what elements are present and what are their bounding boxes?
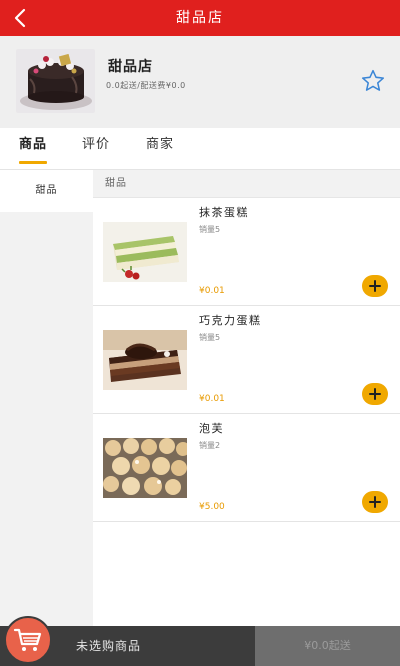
plus-icon [369, 388, 381, 400]
top-bar: 甜品店 [0, 0, 400, 36]
product-item[interactable]: 巧克力蛋糕 销量5 ¥0.01 [93, 306, 400, 414]
star-icon [361, 69, 385, 91]
tab-merchant-label: 商家 [146, 137, 175, 152]
product-sales: 销量2 [199, 441, 221, 450]
shopping-cart-icon [13, 628, 42, 651]
plus-icon [369, 496, 381, 508]
cart-bar: 未选购商品 ¥0.0起送 [0, 626, 400, 666]
shop-logo-image [16, 49, 95, 113]
min-order-text: ¥0.0起送 [304, 639, 351, 652]
product-list: 甜品 抹茶蛋糕 销量5 ¥0.01 巧克力蛋糕 销量5 ¥0.01 泡芙 销量2… [93, 170, 400, 626]
plus-icon [369, 280, 381, 292]
product-name: 泡芙 [199, 422, 224, 435]
tab-reviews-label: 评价 [82, 137, 111, 152]
cart-empty-text: 未选购商品 [76, 639, 142, 653]
tab-bar: 商品 评价 商家 [0, 128, 400, 170]
tab-products-label: 商品 [19, 137, 48, 152]
add-to-cart-button[interactable] [362, 383, 388, 405]
active-tab-indicator [19, 161, 48, 164]
category-sidebar: 甜品 [0, 170, 93, 626]
shop-header: 甜品店 0.0起送/配送费¥0.0 [0, 36, 400, 128]
shop-delivery-info: 0.0起送/配送费¥0.0 [106, 81, 186, 90]
product-sales: 销量5 [199, 225, 221, 234]
product-sales: 销量5 [199, 333, 221, 342]
tab-reviews[interactable]: 评价 [82, 128, 110, 170]
product-price: ¥0.01 [199, 286, 225, 296]
favorite-button[interactable] [360, 68, 386, 94]
add-to-cart-button[interactable] [362, 275, 388, 297]
cart-button[interactable] [4, 616, 52, 664]
product-image-cream-puff [103, 438, 187, 498]
product-name: 巧克力蛋糕 [199, 314, 262, 327]
product-image-matcha-cake [103, 222, 187, 282]
add-to-cart-button[interactable] [362, 491, 388, 513]
tab-merchant[interactable]: 商家 [146, 128, 174, 170]
shop-name: 甜品店 [108, 59, 153, 75]
product-item[interactable]: 泡芙 销量2 ¥5.00 [93, 414, 400, 522]
product-image-chocolate-cake [103, 330, 187, 390]
tab-products[interactable]: 商品 [19, 128, 48, 170]
product-price: ¥0.01 [199, 394, 225, 404]
category-item-label: 甜品 [35, 185, 58, 196]
product-item[interactable]: 抹茶蛋糕 销量5 ¥0.01 [93, 198, 400, 306]
page-title: 甜品店 [176, 10, 224, 26]
product-price: ¥5.00 [199, 502, 225, 512]
section-title: 甜品 [93, 170, 400, 198]
product-name: 抹茶蛋糕 [199, 206, 249, 219]
checkout-button[interactable]: ¥0.0起送 [255, 626, 400, 666]
category-item-desserts[interactable]: 甜品 [0, 170, 93, 212]
